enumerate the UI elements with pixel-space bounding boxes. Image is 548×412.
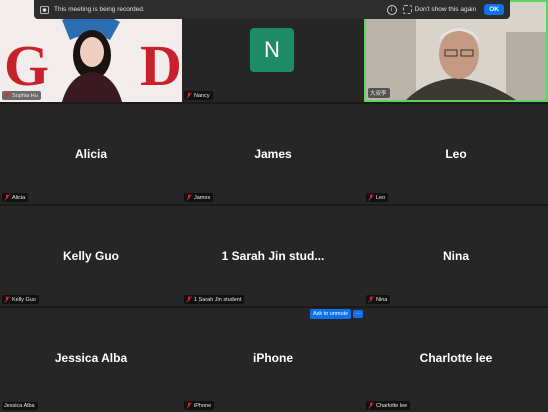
participant-avatar: N	[250, 28, 294, 72]
participant-name-label: 1 Sarah Jin student	[184, 295, 245, 304]
participant-tile-iphone[interactable]: iPhone iPhone	[182, 308, 364, 412]
participant-name-label: Sophia Hu	[2, 91, 41, 100]
avatar-initial: N	[264, 37, 280, 62]
participant-display-name: 1 Sarah Jin stud...	[221, 249, 325, 263]
participant-tile-kelly[interactable]: Kelly Guo Kelly Guo	[0, 206, 182, 306]
participant-name: Nina	[376, 296, 388, 303]
mic-muted-icon	[4, 194, 10, 201]
gallery-view: G D Sophia Hu N Nancy 大叔李 Alicia Alicia …	[0, 0, 548, 412]
participant-display-name: iPhone	[252, 351, 293, 365]
participant-name: Sophia Hu	[12, 92, 38, 99]
dont-show-checkbox[interactable]	[402, 5, 412, 14]
mic-muted-icon	[368, 194, 374, 201]
ask-to-unmute-control: Ask to unmute ···	[310, 309, 364, 319]
svg-text:G: G	[4, 33, 49, 98]
participant-name-label: Leo	[366, 193, 389, 202]
participant-name: Nancy	[194, 92, 210, 99]
recording-notification-banner: This meeting is being recorded. i Don't …	[34, 0, 510, 19]
participant-name: Jessica Alba	[4, 403, 35, 409]
participant-name: James	[194, 194, 211, 201]
info-icon[interactable]: i	[386, 4, 397, 15]
mic-muted-icon	[4, 296, 10, 303]
participant-name: 1 Sarah Jin student	[194, 296, 242, 303]
participant-tile-alicia[interactable]: Alicia Alicia	[0, 104, 182, 204]
participant-tile-sarah[interactable]: 1 Sarah Jin stud... 1 Sarah Jin student	[182, 206, 364, 306]
participant-display-name: James	[254, 147, 292, 161]
participant-display-name: Jessica Alba	[54, 351, 128, 365]
participant-tile-charlotte[interactable]: Charlotte lee Charlotte lee	[364, 308, 548, 412]
participant-tile-james[interactable]: James James	[182, 104, 364, 204]
participant-name-label: Nancy	[184, 91, 213, 100]
recording-icon	[40, 5, 49, 14]
svg-text:D: D	[140, 33, 182, 98]
participant-name-label: Kelly Guo	[2, 295, 39, 304]
participant-name: Leo	[376, 194, 386, 201]
participant-name: 大叔李	[370, 91, 387, 97]
participant-display-name: Alicia	[74, 147, 107, 161]
mic-muted-icon	[4, 92, 10, 99]
dont-show-label[interactable]: Don't show this again	[415, 6, 477, 13]
participant-name-label: James	[184, 193, 214, 202]
recording-message: This meeting is being recorded.	[54, 6, 145, 13]
mic-muted-icon	[186, 194, 192, 201]
more-options-button[interactable]: ···	[353, 310, 364, 318]
participant-display-name: Charlotte lee	[419, 351, 493, 365]
mic-muted-icon	[186, 92, 192, 99]
ok-button[interactable]: OK	[484, 4, 504, 15]
mic-muted-icon	[186, 296, 192, 303]
participant-name: Charlotte lee	[376, 402, 408, 409]
participant-name-label: Nina	[366, 295, 391, 304]
participant-tile-jessica[interactable]: Jessica Alba Jessica Alba	[0, 308, 182, 412]
participant-name: Alicia	[12, 194, 26, 201]
participant-name-label: 大叔李	[368, 88, 390, 98]
participant-name: iPhone	[194, 402, 212, 409]
mic-muted-icon	[186, 402, 192, 409]
participant-name-label: Charlotte lee	[366, 401, 411, 410]
participant-name-label: iPhone	[184, 401, 215, 410]
participant-display-name: Leo	[445, 147, 467, 161]
participant-name-label: Jessica Alba	[2, 402, 38, 410]
participant-name-label: Alicia	[2, 193, 29, 202]
participant-tile-nina[interactable]: Nina Nina	[364, 206, 548, 306]
participant-tile-leo[interactable]: Leo Leo	[364, 104, 548, 204]
participant-display-name: Kelly Guo	[62, 249, 119, 263]
mic-muted-icon	[368, 296, 374, 303]
participant-display-name: Nina	[442, 249, 469, 263]
participant-name: Kelly Guo	[12, 296, 36, 303]
ask-to-unmute-button[interactable]: Ask to unmute	[310, 309, 352, 319]
mic-muted-icon	[368, 402, 374, 409]
